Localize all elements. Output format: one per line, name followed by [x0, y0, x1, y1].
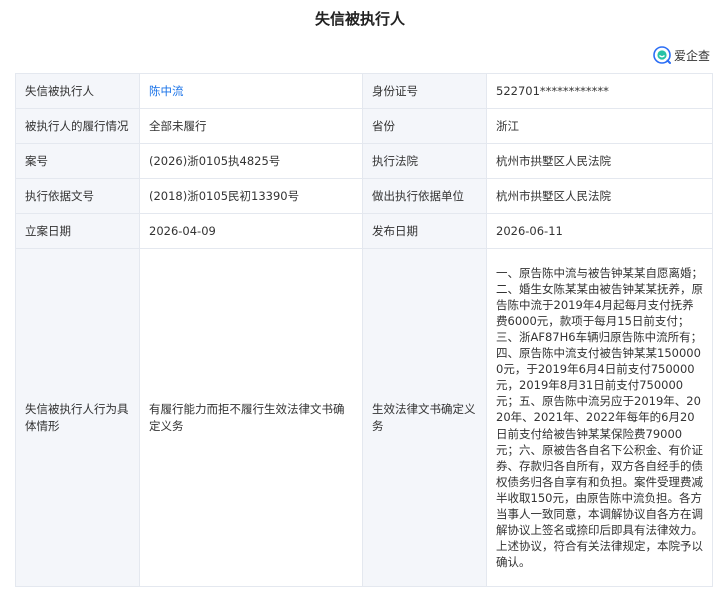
value-filing-date: 2026-04-09 [139, 213, 363, 249]
value-executing-court: 杭州市拱墅区人民法院 [486, 143, 713, 179]
label-performance-status: 被执行人的履行情况 [15, 108, 140, 144]
label-province: 省份 [362, 108, 487, 144]
label-behavior-details: 失信被执行人行为具体情形 [15, 248, 140, 587]
value-basis-doc-number: (2018)浙0105民初13390号 [139, 178, 363, 214]
table-row: 失信被执行人行为具体情形 有履行能力而拒不履行生效法律文书确定义务 生效法律文书… [15, 248, 713, 587]
executee-name-link[interactable]: 陈中流 [149, 84, 184, 98]
table-row: 失信被执行人 陈中流 身份证号 522701************ [15, 73, 713, 109]
label-executing-court: 执行法院 [362, 143, 487, 179]
brand-logo[interactable]: 爱企查 [653, 45, 710, 65]
label-legal-obligation: 生效法律文书确定义务 [362, 248, 487, 587]
label-publish-date: 发布日期 [362, 213, 487, 249]
label-filing-date: 立案日期 [15, 213, 140, 249]
page-title: 失信被执行人 [314, 10, 405, 28]
aiqicha-logo-icon [653, 46, 671, 64]
table-row: 立案日期 2026-04-09 发布日期 2026-06-11 [15, 213, 713, 249]
table-row: 执行依据文号 (2018)浙0105民初13390号 做出执行依据单位 杭州市拱… [15, 178, 713, 214]
value-performance-status: 全部未履行 [139, 108, 363, 144]
brand-name: 爱企查 [673, 48, 710, 63]
label-executee: 失信被执行人 [15, 73, 140, 109]
label-basis-doc-number: 执行依据文号 [15, 178, 140, 214]
table-row: 被执行人的履行情况 全部未履行 省份 浙江 [15, 108, 713, 144]
value-province: 浙江 [486, 108, 713, 144]
table-row: 案号 (2026)浙0105执4825号 执行法院 杭州市拱墅区人民法院 [15, 143, 713, 179]
value-executee: 陈中流 [139, 73, 363, 109]
label-case-number: 案号 [15, 143, 140, 179]
value-case-number: (2026)浙0105执4825号 [139, 143, 363, 179]
label-basis-issuing-unit: 做出执行依据单位 [362, 178, 487, 214]
dishonest-executee-table: 失信被执行人 陈中流 身份证号 522701************ 被执行人的… [15, 73, 713, 587]
value-legal-obligation: 一、原告陈中流与被告钟某某自愿离婚；二、婚生女陈某某由被告钟某某抚养，原告陈中流… [486, 248, 713, 587]
value-behavior-details: 有履行能力而拒不履行生效法律文书确定义务 [139, 248, 363, 587]
value-basis-issuing-unit: 杭州市拱墅区人民法院 [486, 178, 713, 214]
value-publish-date: 2026-06-11 [486, 213, 713, 249]
label-id-number: 身份证号 [362, 73, 487, 109]
value-id-number: 522701************ [486, 73, 713, 109]
